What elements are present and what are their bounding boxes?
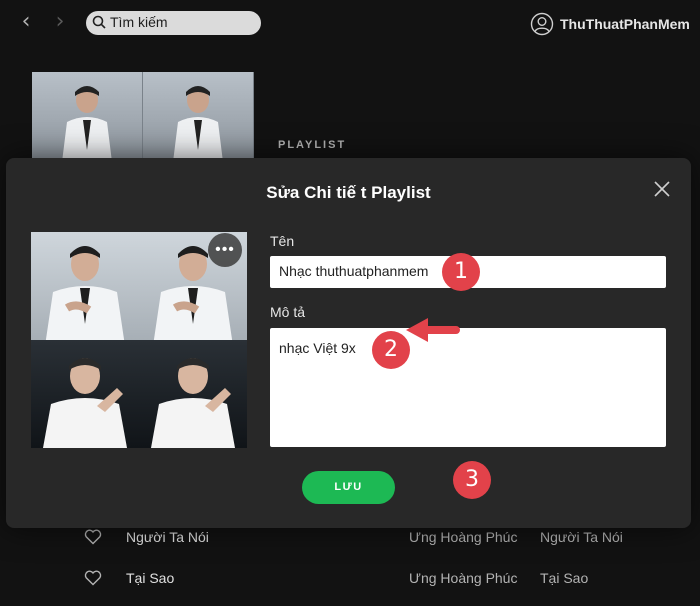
back-arrow-icon[interactable]: ‹ [16,11,36,33]
playlist-artwork[interactable] [31,232,247,448]
forward-arrow-icon[interactable]: › [50,11,70,33]
user-name: ThuThuatPhanMem [560,16,690,32]
more-icon[interactable]: ••• [208,233,242,267]
user-icon [530,12,554,36]
search-icon [92,15,106,29]
playlist-type-label: PLAYLIST [278,139,347,151]
track-row[interactable]: Tại Sao Ưng Hoàng Phúc Tại Sao [0,563,700,595]
description-label: Mô tả [270,304,306,320]
track-title[interactable]: Tại Sao [126,570,174,586]
playlist-cover [32,72,254,162]
search-placeholder: Tìm kiếm [110,14,168,30]
step-badge-3: 3 [453,461,491,499]
dialog-title: Sửa Chi tiế t Playlist [266,183,431,202]
close-icon[interactable] [652,179,672,199]
heart-icon[interactable] [84,570,102,586]
name-label: Tên [270,233,295,249]
track-album[interactable]: Tại Sao [540,570,588,586]
edit-playlist-dialog: Sửa Chi tiế t Playlist ••• Tên Nhạc thut… [6,158,691,528]
user-menu[interactable]: ThuThuatPhanMem [530,12,690,36]
playlist-description-field[interactable]: nhạc Việt 9x [270,328,666,447]
step-badge-1: 1 [442,253,480,291]
track-title[interactable]: Người Ta Nói [126,529,209,545]
search-input[interactable]: Tìm kiếm [86,11,261,35]
track-artist[interactable]: Ưng Hoàng Phúc [409,570,517,586]
annotation-arrow-icon [406,318,460,342]
heart-icon[interactable] [84,529,102,545]
save-button[interactable]: LƯU [302,471,395,504]
top-bar: ‹ › Tìm kiếm ThuThuatPhanMem [0,0,700,46]
track-album[interactable]: Người Ta Nói [540,529,623,545]
track-artist[interactable]: Ưng Hoàng Phúc [409,529,517,545]
